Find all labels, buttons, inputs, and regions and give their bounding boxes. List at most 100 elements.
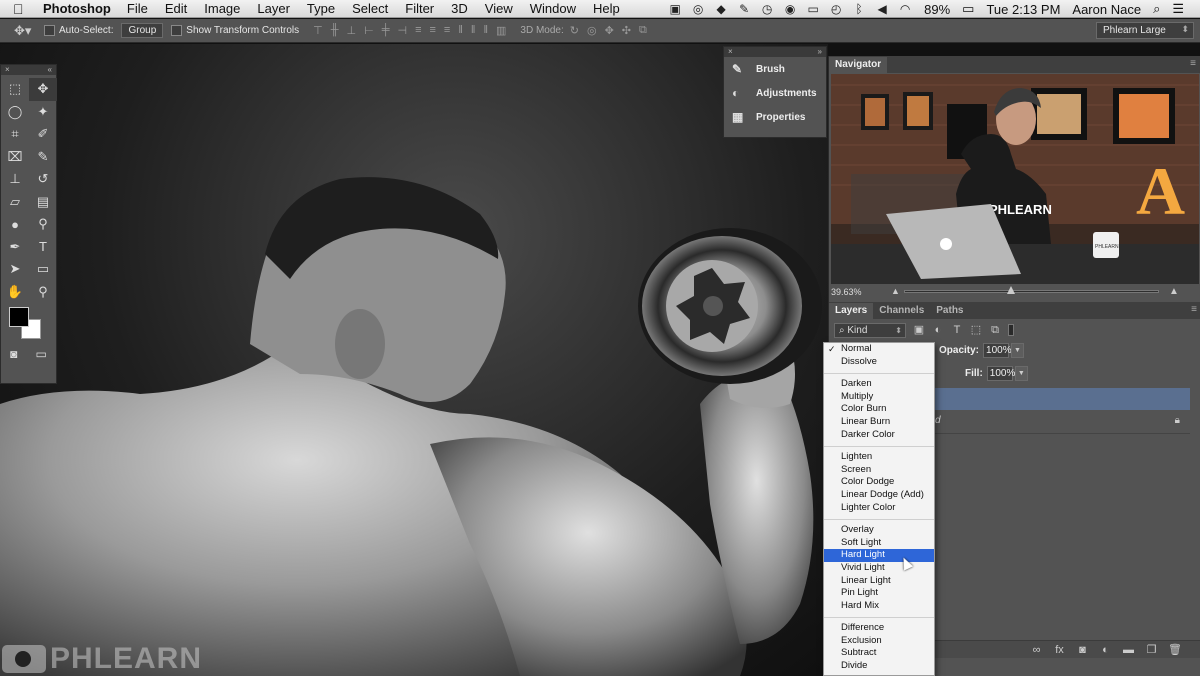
blend-mode-vivid-light[interactable]: Vivid Light xyxy=(824,562,934,575)
menu-type[interactable]: Type xyxy=(307,1,335,16)
blend-mode-linear-light[interactable]: Linear Light xyxy=(824,575,934,588)
blend-mode-difference[interactable]: Difference xyxy=(824,622,934,635)
delete-layer-icon[interactable]: 🗑︎ xyxy=(1168,643,1182,656)
type-filter-icon[interactable]: T xyxy=(951,324,963,336)
zoom-slider-thumb[interactable] xyxy=(1007,286,1016,294)
auto-select-checkbox[interactable]: Auto-Select: xyxy=(44,25,113,36)
3d-rotate-icon[interactable]: ↻ xyxy=(570,24,579,37)
brush-panel-button[interactable]: ✎ Brush xyxy=(724,57,826,81)
document-canvas[interactable]: PHLEARN xyxy=(0,44,828,676)
eraser-tool-icon[interactable]: ▱ xyxy=(1,191,29,214)
blend-mode-multiply[interactable]: Multiply xyxy=(824,391,934,404)
marquee-tool-icon[interactable]: ⬚ xyxy=(1,78,29,101)
blend-mode-divide[interactable]: Divide xyxy=(824,660,934,673)
show-transform-checkbox[interactable]: Show Transform Controls xyxy=(171,25,299,36)
adjustment-filter-icon[interactable]: ◐ xyxy=(932,324,944,336)
blend-mode-hard-light[interactable]: Hard Light xyxy=(824,549,934,562)
distribute-vcenter-icon[interactable]: ≡ xyxy=(430,24,436,37)
volume-icon[interactable]: ◀ xyxy=(875,2,889,16)
blend-mode-subtract[interactable]: Subtract xyxy=(824,647,934,660)
menu-window[interactable]: Window xyxy=(530,1,576,16)
distribute-top-icon[interactable]: ≡ xyxy=(415,24,421,37)
menu-edit[interactable]: Edit xyxy=(165,1,187,16)
blend-mode-hard-mix[interactable]: Hard Mix xyxy=(824,600,934,613)
hand-tool-icon[interactable]: ✋ xyxy=(1,281,29,304)
layer-style-icon[interactable]: fx xyxy=(1053,644,1066,656)
chat-icon[interactable]: ◉ xyxy=(783,2,797,16)
move-tool-preset-icon[interactable]: ✥▾ xyxy=(14,23,44,39)
panel-menu-icon[interactable]: ≡ xyxy=(1191,304,1197,315)
battery-icon[interactable]: ▭ xyxy=(962,1,974,17)
type-tool-icon[interactable]: T xyxy=(29,236,57,259)
close-icon[interactable]: × xyxy=(728,47,733,57)
align-vcenter-icon[interactable]: ╫ xyxy=(331,24,339,37)
tools-panel-header[interactable]: × « xyxy=(1,65,56,75)
align-top-icon[interactable]: ⊤ xyxy=(313,24,323,37)
blend-mode-screen[interactable]: Screen xyxy=(824,464,934,477)
foreground-color-swatch[interactable] xyxy=(9,307,29,327)
menu-app[interactable]: Photoshop xyxy=(43,1,111,16)
tab-paths[interactable]: Paths xyxy=(930,303,969,319)
tab-layers[interactable]: Layers xyxy=(829,303,874,319)
blend-mode-overlay[interactable]: Overlay xyxy=(824,524,934,537)
pen-tool-icon[interactable]: ✒ xyxy=(1,236,29,259)
auto-align-icon[interactable]: ▥ xyxy=(496,24,506,37)
adjustments-panel-button[interactable]: ◐ Adjustments xyxy=(724,81,826,105)
3d-scale-icon[interactable]: ⧉ xyxy=(639,24,647,37)
menu-3d[interactable]: 3D xyxy=(451,1,468,16)
selected-layer-row[interactable] xyxy=(935,388,1190,410)
creative-cloud-icon[interactable]: ◎ xyxy=(691,2,705,16)
move-tool-icon[interactable]: ✥ xyxy=(29,78,57,101)
rectangle-tool-icon[interactable]: ▭ xyxy=(29,258,57,281)
history-brush-tool-icon[interactable]: ↺ xyxy=(29,168,57,191)
distribute-right-icon[interactable]: ‖ xyxy=(483,24,488,37)
apple-menu-icon[interactable]:  xyxy=(13,2,31,16)
blend-mode-linear-dodge[interactable]: Linear Dodge (Add) xyxy=(824,489,934,502)
bluetooth-icon[interactable]: ᛒ xyxy=(852,2,866,16)
opacity-dropdown-icon[interactable]: ▼ xyxy=(1011,343,1025,358)
properties-panel-button[interactable]: ▦ Properties xyxy=(724,105,826,129)
navigator-preview[interactable]: A PHLEARN PHLEARN xyxy=(831,74,1199,284)
crop-tool-icon[interactable]: ⌗ xyxy=(1,123,29,146)
menu-select[interactable]: Select xyxy=(352,1,388,16)
new-layer-icon[interactable]: ❐ xyxy=(1145,643,1158,656)
panel-menu-icon[interactable]: ≡ xyxy=(1190,58,1196,69)
blend-mode-pin-light[interactable]: Pin Light xyxy=(824,587,934,600)
new-group-icon[interactable]: ▬ xyxy=(1122,644,1135,656)
dropbox-icon[interactable]: ◆ xyxy=(714,2,728,16)
blend-mode-lighten[interactable]: Lighten xyxy=(824,451,934,464)
screen-mode-icon[interactable]: ▭ xyxy=(36,347,47,361)
collapsed-panels-header[interactable]: ×» xyxy=(724,47,826,57)
3d-pan-icon[interactable]: ✥ xyxy=(605,24,614,37)
zoom-tool-icon[interactable]: ⚲ xyxy=(29,281,57,304)
clock[interactable]: Tue 2:13 PM xyxy=(986,2,1060,17)
menu-help[interactable]: Help xyxy=(593,1,620,16)
clone-stamp-tool-icon[interactable]: ⊥ xyxy=(1,168,29,191)
align-right-icon[interactable]: ⊣ xyxy=(397,24,407,37)
battery-percentage[interactable]: 89% xyxy=(924,2,950,17)
kind-filter-dropdown[interactable]: ⌕ Kind xyxy=(834,322,906,338)
close-icon[interactable]: × xyxy=(5,65,10,75)
gradient-tool-icon[interactable]: ▤ xyxy=(29,191,57,214)
3d-roll-icon[interactable]: ◎ xyxy=(587,24,597,37)
blend-mode-linear-burn[interactable]: Linear Burn xyxy=(824,416,934,429)
camera-icon[interactable]: ▣ xyxy=(668,2,682,16)
distribute-left-icon[interactable]: ‖ xyxy=(458,24,463,37)
pixel-filter-icon[interactable]: ▣ xyxy=(913,324,925,336)
add-mask-icon[interactable]: ◙ xyxy=(1076,644,1089,656)
distribute-hcenter-icon[interactable]: ‖ xyxy=(471,24,476,37)
fill-dropdown-icon[interactable]: ▼ xyxy=(1014,366,1028,381)
collapse-icon[interactable]: « xyxy=(48,65,52,75)
smart-object-filter-icon[interactable]: ⧉ xyxy=(989,324,1001,336)
blur-tool-icon[interactable]: ● xyxy=(1,213,29,236)
dodge-tool-icon[interactable]: ⚲ xyxy=(29,213,57,236)
blend-mode-color-burn[interactable]: Color Burn xyxy=(824,403,934,416)
adjustment-layer-icon[interactable]: ◐ xyxy=(1099,644,1112,656)
zoom-value[interactable]: 39.63% xyxy=(831,287,862,297)
time-machine-icon[interactable]: ◴ xyxy=(829,2,843,16)
menu-layer[interactable]: Layer xyxy=(257,1,290,16)
align-left-icon[interactable]: ⊢ xyxy=(364,24,374,37)
tab-navigator[interactable]: Navigator xyxy=(829,57,888,73)
airplay-icon[interactable]: ▭ xyxy=(806,2,820,16)
wifi-icon[interactable]: ◠ xyxy=(898,2,912,16)
